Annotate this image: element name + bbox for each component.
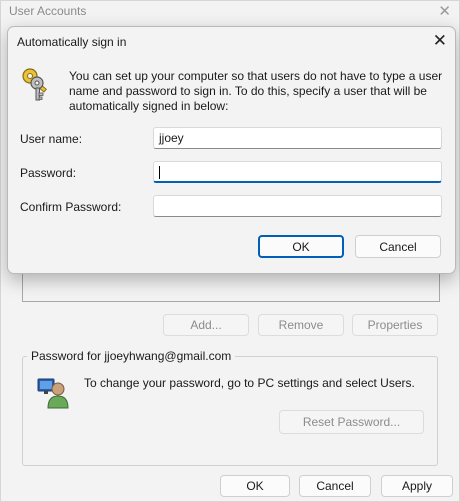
remove-button[interactable]: Remove — [258, 314, 344, 336]
parent-cancel-label: Cancel — [316, 479, 354, 493]
properties-button-label: Properties — [367, 318, 423, 332]
dialog-title: Automatically sign in — [17, 35, 127, 49]
dialog-close-icon[interactable]: ✕ — [433, 31, 447, 51]
password-label: Password: — [20, 166, 77, 180]
parent-ok-label: OK — [246, 479, 264, 493]
confirm-password-label: Confirm Password: — [20, 200, 122, 214]
remove-button-label: Remove — [278, 318, 324, 332]
dialog-description: You can set up your computer so that use… — [69, 69, 443, 113]
apply-button-label: Apply — [401, 479, 433, 493]
keys-icon — [22, 68, 47, 101]
parent-close-icon[interactable]: ✕ — [438, 2, 451, 20]
password-group-legend: Password for jjoeyhwang@gmail.com — [27, 349, 236, 363]
properties-button[interactable]: Properties — [352, 314, 438, 336]
parent-ok-button[interactable]: OK — [220, 475, 290, 497]
parent-window-title: User Accounts — [9, 4, 87, 18]
apply-button[interactable]: Apply — [381, 475, 453, 497]
user-name-input[interactable]: jjoey — [153, 127, 442, 149]
confirm-password-input[interactable] — [153, 195, 442, 217]
user-name-value: jjoey — [159, 131, 184, 145]
parent-titlebar: User Accounts ✕ — [1, 1, 459, 25]
reset-password-button[interactable]: Reset Password... — [279, 410, 424, 434]
dialog-cancel-button[interactable]: Cancel — [355, 235, 441, 258]
auto-sign-in-dialog: Automatically sign in ✕ You can set up y… — [7, 26, 456, 274]
parent-cancel-button[interactable]: Cancel — [299, 475, 371, 497]
password-change-text: To change your password, go to PC settin… — [84, 376, 415, 390]
user-icon — [37, 378, 69, 409]
reset-password-label: Reset Password... — [302, 415, 401, 429]
user-name-label: User name: — [20, 132, 83, 146]
add-button-label: Add... — [190, 318, 222, 332]
text-caret — [159, 166, 160, 179]
password-input[interactable] — [153, 161, 442, 183]
dialog-ok-button[interactable]: OK — [258, 235, 344, 258]
dialog-ok-label: OK — [292, 239, 310, 254]
dialog-cancel-label: Cancel — [379, 239, 417, 254]
add-button[interactable]: Add... — [163, 314, 249, 336]
